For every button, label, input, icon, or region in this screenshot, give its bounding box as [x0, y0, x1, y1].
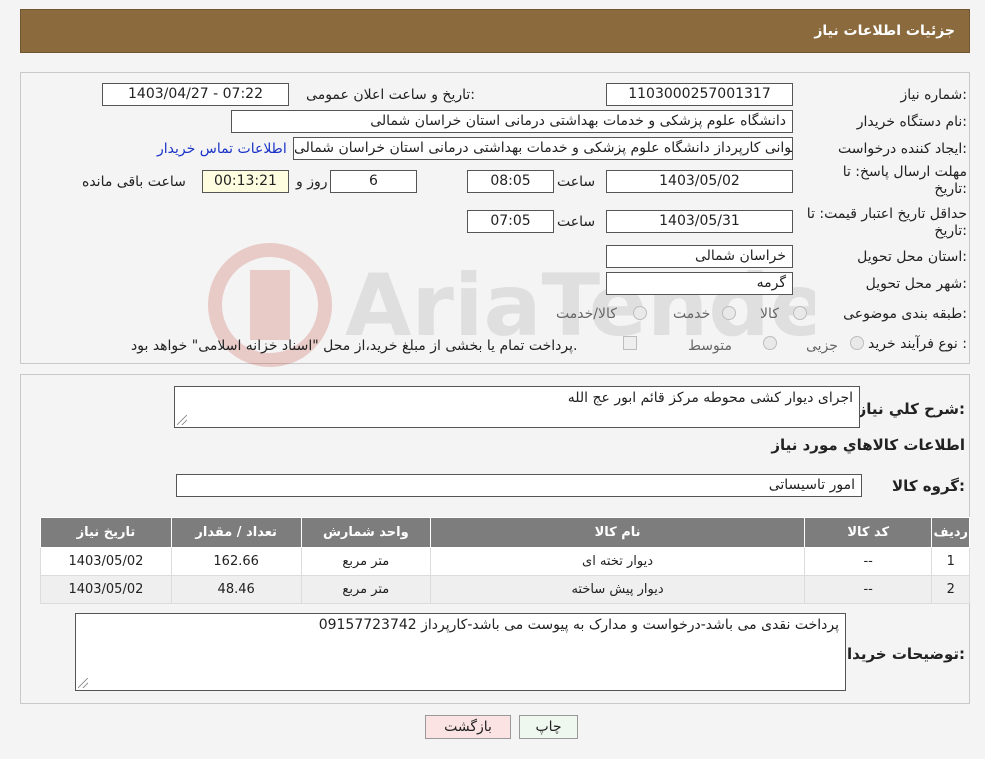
group-label: گروه کالا:	[892, 477, 965, 495]
table-row: 2 -- دیوار پیش ساخته متر مربع 48.46 1403…	[40, 575, 970, 604]
category-radio-goods-service[interactable]	[633, 306, 647, 320]
announce-label: تاریخ و ساعت اعلان عمومی:	[306, 87, 475, 103]
col-unit: واحد شمارش	[300, 517, 432, 548]
remaining-time-field: 00:13:21	[202, 170, 289, 193]
item-code: --	[803, 547, 933, 576]
purchase-radio-medium[interactable]	[763, 336, 777, 350]
payment-note: پرداخت تمام یا بخشی از مبلغ خرید،از محل …	[131, 338, 578, 354]
back-button[interactable]: بازگشت	[425, 715, 511, 739]
item-need-date: 1403/05/02	[40, 575, 172, 604]
item-name: دیوار تخته ای	[430, 547, 805, 576]
buyer-org-label: نام دستگاه خریدار:	[856, 114, 967, 130]
item-need-date: 1403/05/02	[40, 547, 172, 576]
category-option-service: خدمت	[673, 306, 711, 322]
table-header-row: ردیف کد کالا نام کالا واحد شمارش تعداد /…	[40, 517, 970, 548]
buyer-contact-link[interactable]: اطلاعات تماس خریدار	[157, 141, 287, 157]
deadline-time-field: 08:05	[467, 170, 554, 193]
days-field: 6	[330, 170, 417, 193]
buyer-notes-text: پرداخت نقدی می باشد-درخواست و مدارک به پ…	[318, 617, 839, 633]
col-row-number: ردیف	[931, 517, 970, 548]
item-name: دیوار پیش ساخته	[430, 575, 805, 604]
items-table: ردیف کد کالا نام کالا واحد شمارش تعداد /…	[40, 517, 970, 604]
group-field: امور تاسیساتی	[176, 474, 862, 497]
deadline-date-field: 1403/05/02	[606, 170, 793, 193]
col-need-date: تاریخ نیاز	[40, 517, 172, 548]
buyer-notes-label: توضیحات خریدار:	[838, 645, 965, 663]
province-field: خراسان شمالی	[606, 245, 793, 268]
print-button[interactable]: چاپ	[519, 715, 578, 739]
category-label: طبقه بندی موضوعی:	[843, 306, 967, 322]
buyer-notes-textarea[interactable]: پرداخت نقدی می باشد-درخواست و مدارک به پ…	[75, 613, 846, 691]
item-quantity: 162.66	[170, 547, 302, 576]
requester-field: محمد پوررضوانی کارپرداز دانشگاه علوم پزش…	[293, 137, 793, 160]
treasury-checkbox[interactable]	[623, 336, 637, 350]
col-item-code: کد کالا	[803, 517, 933, 548]
buyer-org-field: دانشگاه علوم پزشکی و خدمات بهداشتی درمان…	[231, 110, 793, 133]
page-title: جزئیات اطلاعات نیاز	[814, 23, 955, 39]
summary-textarea[interactable]: اجرای دیوار کشی محوطه مرکز قائم ابور عج …	[174, 386, 860, 428]
col-quantity: تعداد / مقدار	[170, 517, 302, 548]
page-header: جزئیات اطلاعات نیاز	[20, 9, 970, 53]
validity-date-field: 1403/05/31	[606, 210, 793, 233]
purchase-radio-minor[interactable]	[850, 336, 864, 350]
table-row: 1 -- دیوار تخته ای متر مربع 162.66 1403/…	[40, 547, 970, 576]
category-radio-goods[interactable]	[793, 306, 807, 320]
category-radio-service[interactable]	[722, 306, 736, 320]
row-number: 1	[931, 547, 970, 576]
item-quantity: 48.46	[170, 575, 302, 604]
need-number-label: شماره نیاز:	[900, 87, 967, 103]
province-label: استان محل تحویل:	[857, 249, 967, 265]
city-field: گرمه	[606, 272, 793, 295]
validity-label: حداقل تاریخ اعتبار قیمت: تا	[806, 206, 967, 222]
purchase-type-label: نوع فرآیند خرید :	[868, 336, 967, 352]
row-number: 2	[931, 575, 970, 604]
item-unit: متر مربع	[300, 575, 432, 604]
remaining-label: ساعت باقی مانده	[82, 174, 186, 190]
purchase-option-minor: جزیی	[806, 338, 838, 354]
item-code: --	[803, 575, 933, 604]
requester-label: ایجاد کننده درخواست:	[838, 141, 967, 157]
deadline-time-label: ساعت	[557, 174, 596, 190]
category-option-goods: کالا	[760, 306, 779, 322]
city-label: شهر محل تحویل:	[865, 276, 967, 292]
validity-label-2: تاریخ:	[934, 223, 967, 239]
announce-field: 1403/04/27 - 07:22	[102, 83, 289, 106]
purchase-option-medium: متوسط	[688, 338, 732, 354]
resize-grip-icon[interactable]	[78, 678, 88, 688]
days-label: روز و	[296, 174, 328, 190]
deadline-label-2: تاریخ:	[934, 181, 967, 197]
need-number-field: 1103000257001317	[606, 83, 793, 106]
summary-text: اجرای دیوار کشی محوطه مرکز قائم ابور عج …	[567, 390, 853, 406]
summary-label: شرح کلي نیاز:	[857, 400, 965, 418]
item-unit: متر مربع	[300, 547, 432, 576]
deadline-label: مهلت ارسال پاسخ: تا	[842, 164, 967, 180]
col-item-name: نام کالا	[430, 517, 805, 548]
resize-grip-icon[interactable]	[177, 415, 187, 425]
validity-time-field: 07:05	[467, 210, 554, 233]
validity-time-label: ساعت	[557, 214, 596, 230]
items-section-title: اطلاعات کالاهاي مورد نیاز	[771, 436, 965, 454]
category-option-goods-service: کالا/خدمت	[556, 306, 617, 322]
